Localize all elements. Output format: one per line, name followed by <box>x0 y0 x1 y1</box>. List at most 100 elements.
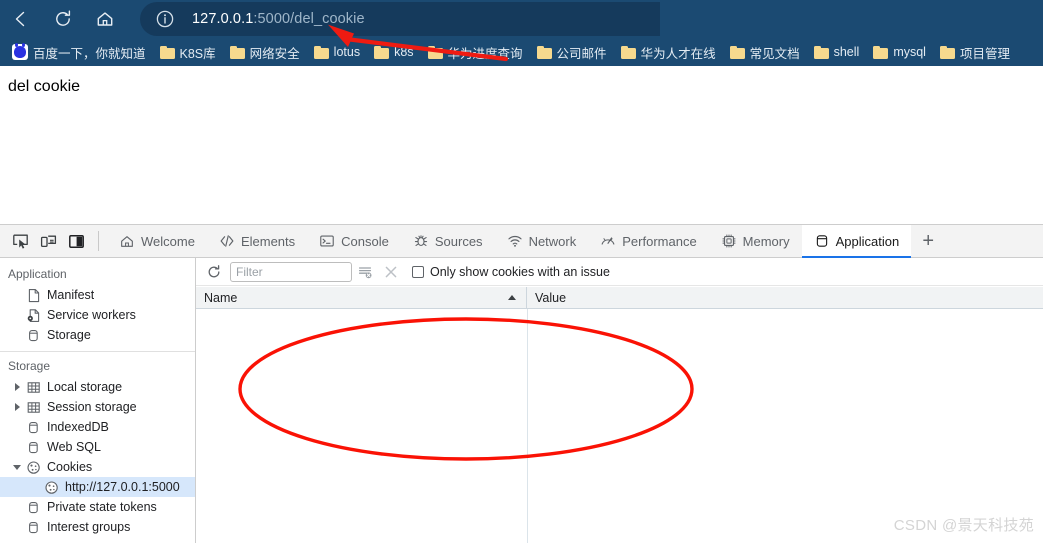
back-arrow-icon <box>15 11 25 27</box>
sidebar-item-label: Storage <box>47 328 91 342</box>
database-icon <box>816 235 827 247</box>
column-header-value-label: Value <box>535 290 567 305</box>
sidebar-item-label: Service workers <box>47 308 136 322</box>
bookmark-item[interactable]: 华为进度查询 <box>422 41 529 63</box>
sidebar-item-label: IndexedDB <box>47 420 109 434</box>
chevron-right-icon[interactable] <box>12 401 24 413</box>
sidebar-item-storage[interactable]: Storage <box>0 325 195 345</box>
dock-side-icon <box>68 234 84 248</box>
refresh-button[interactable] <box>202 260 226 284</box>
dock-panel-button[interactable] <box>62 228 90 254</box>
clear-filtered-cookies-button[interactable] <box>352 260 378 284</box>
sidebar-item-label: Local storage <box>47 380 123 394</box>
folder-icon <box>813 45 829 59</box>
tab-elements[interactable]: Elements <box>207 225 307 258</box>
bookmark-label: mysql <box>893 45 926 59</box>
devtools-tab-strip: Welcome Elements Console Sources Network Perf… <box>107 224 912 258</box>
sidebar-item-service-workers[interactable]: Service workers <box>0 305 195 325</box>
tab-label: Welcome <box>141 233 195 249</box>
tab-application[interactable]: Application <box>801 224 912 258</box>
devtools-topbar: Welcome Elements Console Sources Network Perf… <box>0 224 1043 258</box>
sidebar-item-http-127-0-0-1-5000[interactable]: http://127.0.0.1:5000 <box>0 477 195 497</box>
column-header-name[interactable]: Name <box>196 286 527 309</box>
chevron-down-icon[interactable] <box>12 461 24 473</box>
sidebar-item-interest-groups[interactable]: Interest groups <box>0 517 195 537</box>
only-issues-checkbox-row[interactable]: Only show cookies with an issue <box>412 265 610 279</box>
bug-icon <box>414 235 427 247</box>
sidebar-item-indexeddb[interactable]: IndexedDB <box>0 417 195 437</box>
column-header-value[interactable]: Value <box>527 287 1043 309</box>
reload-button[interactable] <box>42 3 84 35</box>
bookmark-item[interactable]: 常见文档 <box>724 41 806 63</box>
only-issues-checkbox[interactable] <box>412 265 424 278</box>
database-icon <box>29 521 38 533</box>
toolbar-divider <box>98 231 99 251</box>
home-icon <box>97 12 113 26</box>
folder-icon <box>159 45 175 59</box>
bookmark-item[interactable]: K8S库 <box>154 41 222 63</box>
back-button[interactable] <box>0 3 42 35</box>
device-toolbar-button[interactable] <box>34 228 62 254</box>
tab-label: Console <box>341 233 389 249</box>
bookmark-label: 项目管理 <box>959 46 1010 61</box>
column-header-name-label: Name <box>204 290 238 305</box>
add-panel-button[interactable]: + <box>911 225 945 258</box>
document-icon <box>28 288 40 302</box>
sidebar-item-cookies[interactable]: Cookies <box>0 457 195 477</box>
sidebar-item-label: Private state tokens <box>47 500 157 514</box>
folder-icon <box>729 45 745 59</box>
tab-performance[interactable]: Performance <box>588 225 708 258</box>
bookmark-item[interactable]: shell <box>808 41 866 63</box>
table-grid-icon <box>27 401 40 413</box>
sidebar-divider <box>0 351 195 352</box>
csdn-watermark: CSDN @景天科技苑 <box>893 517 1034 534</box>
home-button[interactable] <box>84 3 126 35</box>
filter-input[interactable] <box>230 261 352 282</box>
speedometer-icon <box>601 237 615 245</box>
tab-label: Network <box>528 233 577 249</box>
folder-icon <box>939 45 955 59</box>
clear-all-x-icon <box>385 266 397 277</box>
cookies-table-body <box>196 309 1043 543</box>
tab-label: Performance <box>622 233 697 249</box>
sidebar-item-local-storage[interactable]: Local storage <box>0 377 195 397</box>
table-grid-icon <box>27 381 40 393</box>
tab-network[interactable]: Network <box>495 225 589 258</box>
sidebar-item-manifest[interactable]: Manifest <box>0 285 195 305</box>
bookmark-item[interactable]: 项目管理 <box>934 41 1016 63</box>
tab-welcome[interactable]: Welcome <box>107 225 207 258</box>
info-circle-icon[interactable] <box>154 8 176 30</box>
bookmark-label: 公司邮件 <box>556 46 607 61</box>
sidebar-item-label: http://127.0.0.1:5000 <box>65 480 180 494</box>
cookies-table: Name Value <box>196 286 1043 543</box>
only-issues-label: Only show cookies with an issue <box>430 264 610 279</box>
address-bar[interactable]: 127.0.0.1:5000/del_cookie <box>140 2 660 36</box>
sort-ascending-icon <box>508 294 516 300</box>
sidebar-item-private-state-tokens[interactable]: Private state tokens <box>0 497 195 517</box>
tab-memory[interactable]: Memory <box>709 225 802 258</box>
bookmark-item[interactable]: 网络安全 <box>224 41 306 63</box>
bookmark-item[interactable]: 华为人才在线 <box>615 41 722 63</box>
database-icon <box>29 501 38 513</box>
folder-icon <box>374 45 390 59</box>
page-viewport: del cookie <box>0 66 1043 224</box>
bookmark-item[interactable]: 公司邮件 <box>531 41 613 63</box>
sidebar-item-session-storage[interactable]: Session storage <box>0 397 195 417</box>
devtools-panel: Welcome Elements Console Sources Network Perf… <box>0 224 1043 543</box>
tab-sources[interactable]: Sources <box>401 225 495 258</box>
wifi-icon <box>507 235 522 247</box>
inspect-element-button[interactable] <box>6 228 34 254</box>
tab-console[interactable]: Console <box>307 225 401 258</box>
bookmark-item[interactable]: k8s <box>368 41 419 63</box>
bookmarks-bar: 百度一下，你就知道 K8S库 网络安全 lotus k8s 华为进度查询 公司邮件 华为人才在… <box>0 38 1043 66</box>
bookmark-item[interactable]: lotus <box>308 41 366 63</box>
clear-all-cookies-button[interactable] <box>378 260 404 284</box>
sidebar-item-web-sql[interactable]: Web SQL <box>0 437 195 457</box>
bookmark-item[interactable]: 百度一下，你就知道 <box>6 41 152 63</box>
bookmark-item[interactable]: mysql <box>867 41 932 63</box>
database-icon <box>29 441 38 453</box>
address-bar-url: 127.0.0.1:5000/del_cookie <box>192 11 365 27</box>
bookmark-label: 网络安全 <box>249 46 300 61</box>
chevron-right-icon[interactable] <box>12 381 24 393</box>
refresh-icon <box>208 264 220 277</box>
